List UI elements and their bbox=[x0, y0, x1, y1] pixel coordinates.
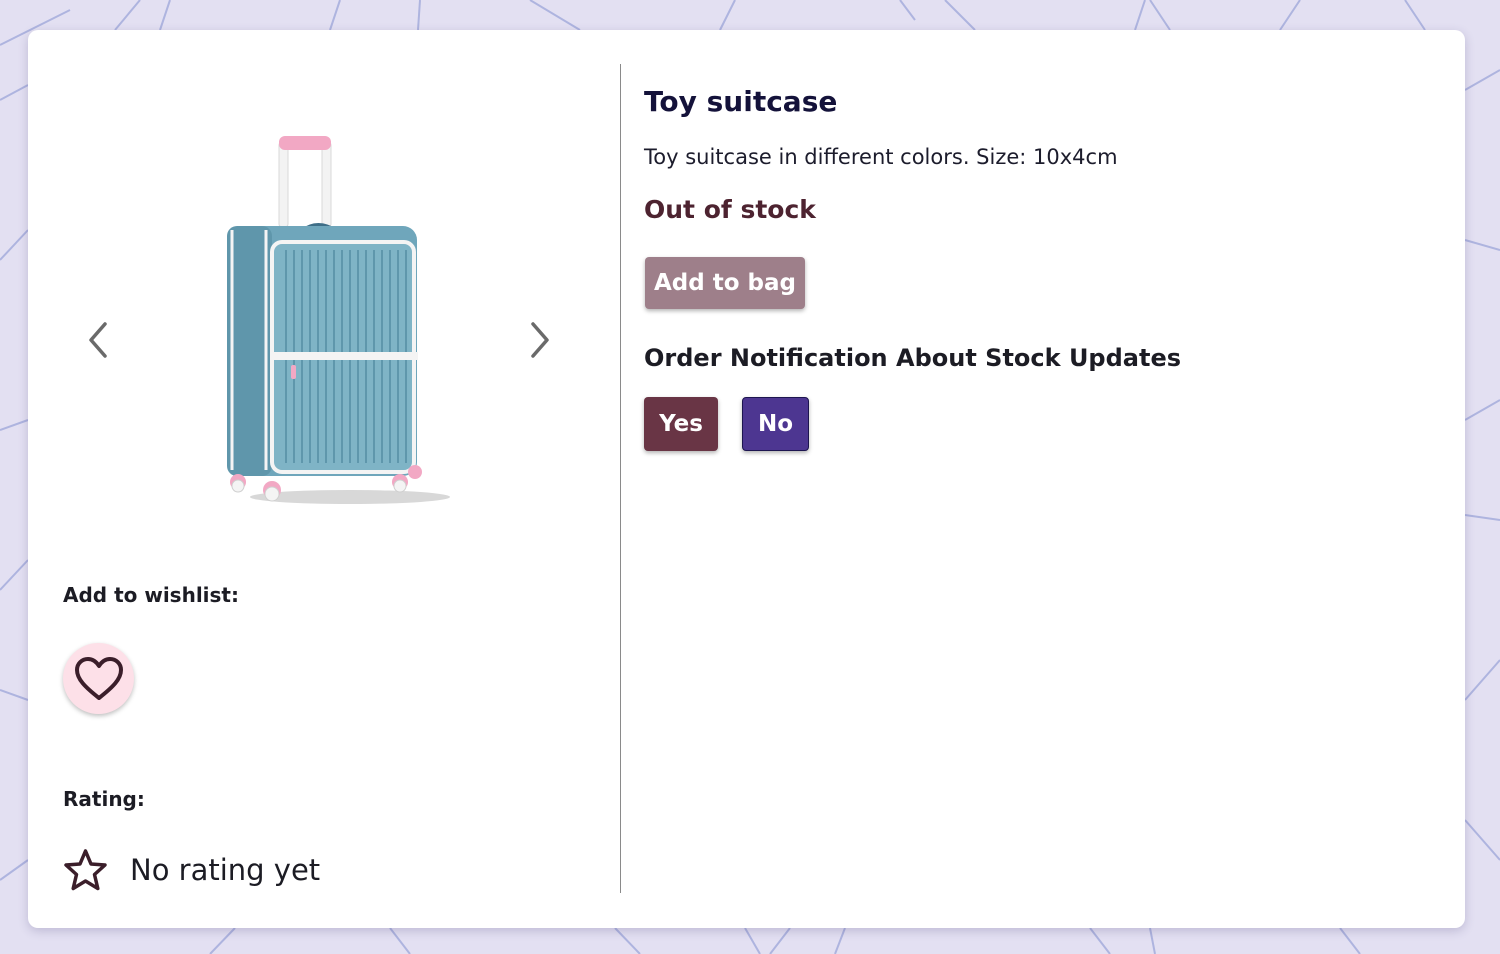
heart-icon bbox=[74, 656, 123, 700]
product-image bbox=[227, 136, 450, 504]
rating-label: Rating: bbox=[63, 787, 145, 811]
notify-yes-button[interactable]: Yes bbox=[644, 397, 718, 451]
column-divider bbox=[620, 64, 621, 893]
stock-status: Out of stock bbox=[644, 195, 816, 224]
chevron-right-icon bbox=[531, 322, 549, 358]
product-description: Toy suitcase in different colors. Size: … bbox=[644, 145, 1118, 169]
add-to-bag-button[interactable]: Add to bag bbox=[645, 257, 805, 309]
add-to-wishlist-button[interactable] bbox=[63, 643, 134, 714]
star-icon bbox=[64, 849, 107, 891]
product-card: Add to wishlist: Rating: No rating yet T… bbox=[28, 30, 1465, 928]
notify-no-button[interactable]: No bbox=[742, 397, 809, 451]
chevron-left-icon bbox=[89, 322, 107, 358]
product-gallery bbox=[62, 120, 582, 520]
rating-text: No rating yet bbox=[130, 853, 321, 887]
rating-display: No rating yet bbox=[63, 847, 320, 893]
gallery-next-button[interactable] bbox=[520, 315, 560, 365]
product-title: Toy suitcase bbox=[644, 85, 838, 118]
gallery-prev-button[interactable] bbox=[78, 315, 118, 365]
notification-heading: Order Notification About Stock Updates bbox=[644, 344, 1182, 372]
wishlist-label: Add to wishlist: bbox=[63, 583, 239, 607]
